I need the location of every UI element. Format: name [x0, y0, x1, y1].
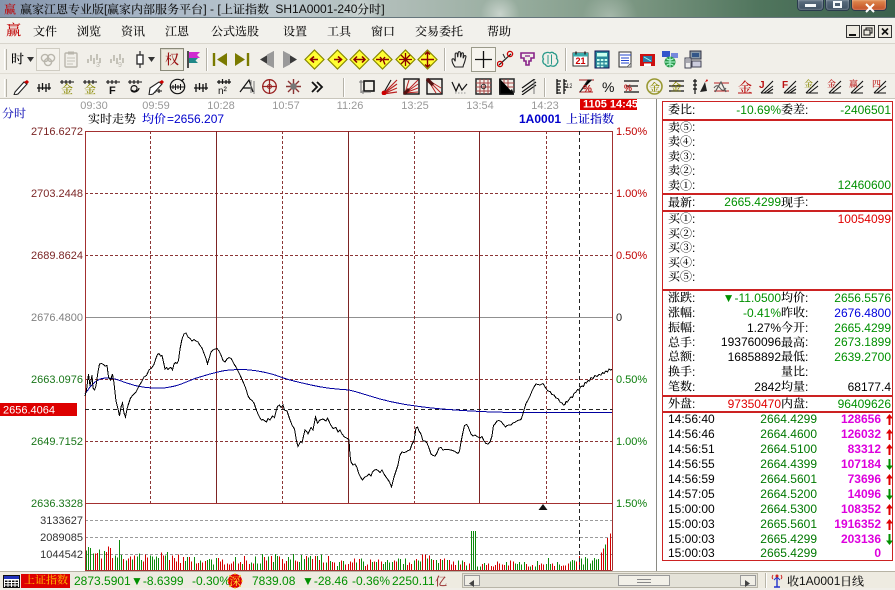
svg-text:2716.6272: 2716.6272 [31, 126, 83, 138]
svg-text:%: % [583, 84, 592, 95]
svg-text:1.00%: 1.00% [616, 436, 647, 448]
svg-text:1.50%: 1.50% [616, 498, 647, 510]
svg-text:F: F [109, 85, 116, 95]
svg-text:3133627: 3133627 [40, 515, 83, 527]
svg-text:9: 9 [118, 62, 122, 68]
svg-text:1.50%: 1.50% [616, 126, 647, 138]
svg-text:13:54: 13:54 [466, 100, 494, 112]
svg-text:2649.7152: 2649.7152 [31, 436, 83, 448]
svg-text:F: F [782, 80, 788, 91]
svg-text:10:28: 10:28 [207, 100, 235, 112]
svg-text:3: 3 [96, 62, 100, 68]
svg-text:2676.4800: 2676.4800 [31, 312, 83, 324]
svg-text:J: J [759, 80, 765, 91]
svg-text:%: % [624, 83, 632, 93]
svg-text:2089085: 2089085 [40, 532, 83, 544]
svg-text:2663.0976: 2663.0976 [31, 374, 83, 386]
svg-text:2689.8624: 2689.8624 [31, 250, 83, 262]
svg-text:123: 123 [566, 84, 572, 90]
svg-text:%: % [602, 79, 614, 94]
svg-text:2703.2448: 2703.2448 [31, 188, 83, 200]
svg-text:09:59: 09:59 [142, 100, 170, 112]
svg-text:1044542: 1044542 [40, 549, 83, 561]
svg-text:0.50%: 0.50% [616, 250, 647, 262]
svg-text:1105 14:45: 1105 14:45 [583, 99, 638, 111]
svg-text:11:26: 11:26 [337, 100, 364, 112]
svg-text:0: 0 [616, 312, 622, 324]
svg-text:0.50%: 0.50% [616, 374, 647, 386]
svg-text:2656.4064: 2656.4064 [3, 405, 55, 417]
svg-text:2636.3328: 2636.3328 [31, 498, 83, 510]
svg-text:n²: n² [218, 86, 228, 95]
svg-text:1.00%: 1.00% [616, 188, 647, 200]
svg-text:21: 21 [576, 56, 586, 66]
svg-text:=2656.207: =2656.207 [167, 112, 224, 126]
svg-text:09:30: 09:30 [80, 100, 108, 112]
svg-text:10:57: 10:57 [272, 100, 300, 112]
svg-text:13:25: 13:25 [401, 100, 429, 112]
svg-text:1A0001: 1A0001 [519, 112, 561, 126]
svg-text:14:23: 14:23 [531, 100, 559, 112]
